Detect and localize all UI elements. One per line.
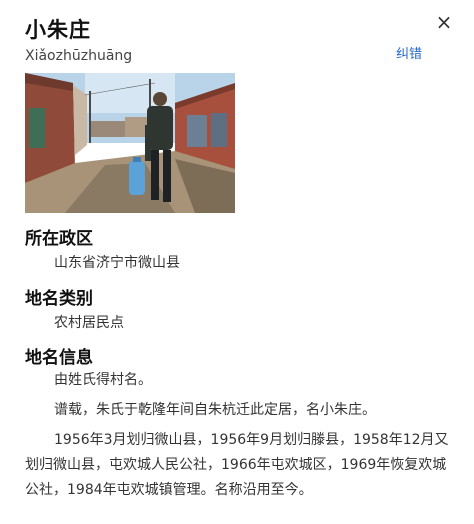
info-paragraph-3: 1956年3月划归微山县，1956年9月划归滕县，1958年12月又划归微山县，… — [25, 432, 449, 498]
region-value: 山东省济宁市微山县 — [54, 255, 180, 271]
info-paragraph-1: 由姓氏得村名。 — [54, 372, 152, 388]
info-paragraph-2: 谱载，朱氏于乾隆年间自朱杭迁此定居，名小朱庄。 — [54, 402, 376, 418]
place-photo — [25, 73, 235, 213]
place-info-panel: 小朱庄 Xiǎozhūzhuāng × 纠错 所在政区 山东省济宁市微山县 地名… — [0, 0, 474, 524]
place-pinyin: Xiǎozhūzhuāng — [25, 48, 133, 64]
category-value: 农村居民点 — [54, 315, 124, 331]
village-street-photo-icon — [25, 73, 235, 213]
info-heading: 地名信息 — [25, 348, 93, 368]
close-icon[interactable]: × — [434, 12, 454, 32]
category-heading: 地名类别 — [25, 289, 93, 309]
place-title: 小朱庄 — [25, 18, 91, 42]
region-heading: 所在政区 — [25, 229, 93, 249]
report-error-link[interactable]: 纠错 — [396, 43, 422, 62]
